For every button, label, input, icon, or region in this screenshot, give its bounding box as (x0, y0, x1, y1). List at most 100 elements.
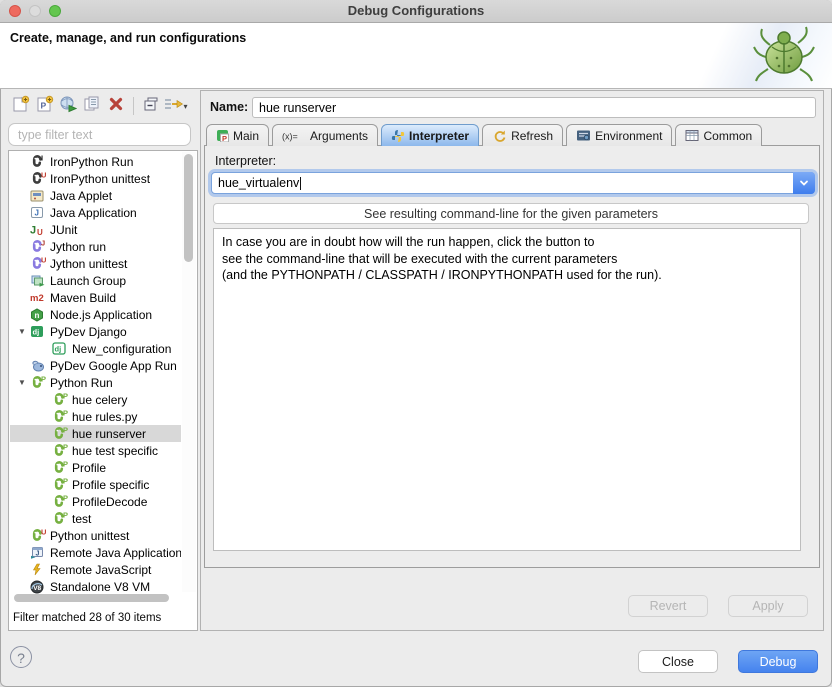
collapse-all-button[interactable] (139, 94, 163, 118)
interpreter-tab-content: Interpreter: hue_virtualenv See resultin… (204, 145, 820, 568)
tree-item-python-run[interactable]: ▼PPython Run (10, 374, 181, 391)
tree-item-label: Jython run (50, 240, 106, 254)
tree-vertical-scrollbar[interactable] (182, 152, 196, 592)
svg-text:J: J (36, 551, 40, 558)
expand-arrow-icon[interactable]: ▼ (18, 327, 30, 336)
tree-horizontal-scrollbar[interactable] (11, 593, 180, 604)
dialog-banner: Create, manage, and run configurations (0, 23, 832, 89)
tree-item-ironpython-run[interactable]: IIronPython Run (10, 153, 181, 170)
titlebar[interactable]: Debug Configurations (0, 0, 832, 23)
name-input[interactable] (252, 97, 816, 118)
python-run-icon: P (52, 393, 69, 407)
tree-vertical-scrollbar-thumb[interactable] (184, 154, 193, 262)
tree-item-maven-build[interactable]: m2 Maven Build (10, 289, 181, 306)
tree-item-hue-celery[interactable]: Phue celery (10, 391, 181, 408)
tab-label: Interpreter (409, 129, 469, 143)
tree-item-profile[interactable]: PProfile (10, 459, 181, 476)
tree-item-test[interactable]: Ptest (10, 510, 181, 527)
svg-text:m2: m2 (30, 293, 44, 304)
tree-item-hue-runserver[interactable]: Phue runserver (10, 425, 181, 442)
ironpython-unittest-icon: U (30, 172, 47, 186)
expand-arrow-icon[interactable]: ▼ (18, 378, 30, 387)
standalone-v8-icon: V8 (30, 580, 47, 594)
tab-main[interactable]: P Main (206, 124, 269, 146)
apply-button[interactable]: Apply (728, 595, 808, 617)
debug-button[interactable]: Debug (738, 650, 818, 673)
debug-configurations-window: Debug Configurations Create, manage, and… (0, 0, 832, 687)
new-launch-configuration-icon (11, 95, 30, 118)
tree-item-label: hue rules.py (72, 410, 137, 424)
tree-item-ironpython-unittest[interactable]: UIronPython unittest (10, 170, 181, 187)
filter-launch-configurations-button[interactable]: ▾ (163, 94, 187, 118)
tree-item-label: Remote Java Application (50, 546, 181, 560)
tree-item-profiledecode[interactable]: PProfileDecode (10, 493, 181, 510)
tree-item-jython-unittest[interactable]: UJython unittest (10, 255, 181, 272)
tree-item-pydev-google-app-run[interactable]: PyDev Google App Run (10, 357, 181, 374)
tree-item-label: IronPython unittest (50, 172, 150, 186)
tab-arguments[interactable]: (x)= Arguments (272, 124, 378, 146)
new-launch-prototype-button[interactable]: P (32, 94, 56, 118)
tree-item-label: Profile specific (72, 478, 149, 492)
revert-button[interactable]: Revert (628, 595, 708, 617)
tree-item-profile-specific[interactable]: P Profile specific (10, 476, 181, 493)
svg-text:P: P (222, 134, 227, 142)
help-button[interactable]: ? (10, 646, 32, 668)
tree-item-java-application[interactable]: JJava Application (10, 204, 181, 221)
new-launch-configuration-button[interactable] (8, 94, 32, 118)
tree-item-label: Maven Build (50, 291, 116, 305)
tab-label: Environment (595, 129, 662, 143)
svg-text:P: P (63, 444, 68, 452)
tree-item-junit[interactable]: JUJUnit (10, 221, 181, 238)
delete-launch-configuration-button[interactable] (104, 94, 128, 118)
filter-launch-configurations-icon (163, 95, 183, 118)
tree-item-jython-run[interactable]: J Jython run (10, 238, 181, 255)
tab-label: Arguments (310, 129, 368, 143)
tree-item-java-applet[interactable]: Java Applet (10, 187, 181, 204)
interpreter-combo-dropdown-button[interactable] (793, 172, 815, 194)
tab-environment[interactable]: Environment (566, 124, 672, 146)
export-launch-configurations-button[interactable] (56, 94, 80, 118)
junit-icon: JU (30, 223, 47, 237)
zoom-window-button[interactable] (49, 5, 61, 17)
close-button[interactable]: Close (638, 650, 718, 673)
config-tabs: P Main (x)= Arguments Interpreter Refresh Envi… (206, 123, 762, 146)
python-run-icon: P (52, 427, 69, 441)
tree-item-launch-group[interactable]: Launch Group (10, 272, 181, 289)
tab-refresh[interactable]: Refresh (482, 124, 563, 146)
interpreter-combo[interactable]: hue_virtualenv (211, 172, 815, 194)
svg-text:P: P (63, 478, 68, 486)
tab-label: Refresh (511, 129, 553, 143)
tree-item-label: PyDev Django (50, 325, 127, 339)
svg-text:n: n (35, 311, 40, 320)
svg-text:P: P (63, 461, 68, 469)
tree-item-node-js-application[interactable]: nNode.js Application (10, 306, 181, 323)
command-line-info-text[interactable]: In case you are in doubt how will the ru… (213, 228, 801, 551)
tab-label: Main (233, 129, 259, 143)
tree-item-python-unittest[interactable]: UPython unittest (10, 527, 181, 544)
svg-text:P: P (40, 100, 46, 110)
refresh-tab-icon (492, 129, 507, 143)
minimize-window-button[interactable] (29, 5, 41, 17)
close-window-button[interactable] (9, 5, 21, 17)
tree-item-new-configuration[interactable]: djNew_configuration (10, 340, 181, 357)
nodejs-icon: n (30, 308, 47, 322)
tree-item-hue-test-specific[interactable]: Phue test specific (10, 442, 181, 459)
tree-item-pydev-django[interactable]: ▼djPyDev Django (10, 323, 181, 340)
svg-text:I: I (41, 155, 43, 163)
tree-item-hue-rules-py[interactable]: Phue rules.py (10, 408, 181, 425)
filter-input[interactable] (8, 123, 191, 146)
tree-item-label: test (72, 512, 91, 526)
tree-item-label: Python Run (50, 376, 113, 390)
arguments-tab-icon: (x)= (282, 130, 306, 142)
tree-horizontal-scrollbar-thumb[interactable] (14, 594, 169, 602)
see-command-line-button[interactable]: See resulting command-line for the given… (213, 203, 809, 224)
tab-interpreter[interactable]: Interpreter (381, 124, 479, 146)
svg-text:J: J (41, 240, 45, 248)
export-launch-configurations-icon (59, 95, 77, 118)
tree-item-label: Java Application (50, 206, 137, 220)
python-run-icon: P (52, 410, 69, 424)
tree-item-remote-java-application[interactable]: J Remote Java Application (10, 544, 181, 561)
tab-common[interactable]: Common (675, 124, 762, 146)
duplicate-launch-configuration-button[interactable] (80, 94, 104, 118)
tree-item-remote-javascript[interactable]: Remote JavaScript (10, 561, 181, 578)
